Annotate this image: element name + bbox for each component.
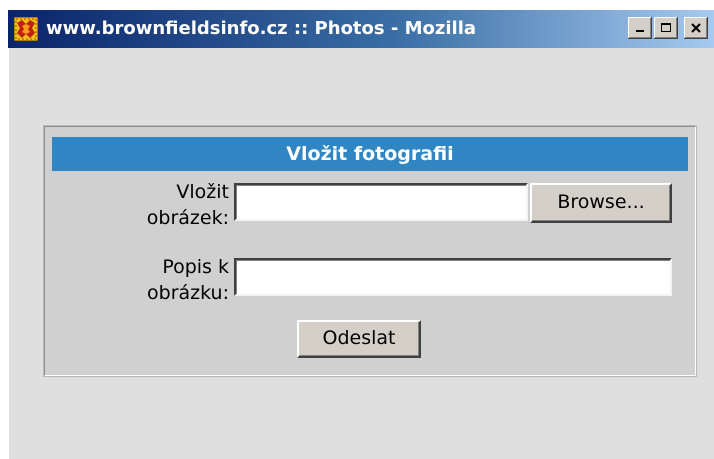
- form-heading: Vložit fotografii: [52, 137, 688, 171]
- description-input[interactable]: [234, 258, 672, 296]
- desc-label-line1: Popis k: [162, 256, 229, 278]
- minimize-icon: [636, 30, 644, 32]
- close-icon: [691, 23, 701, 33]
- close-button[interactable]: [684, 17, 708, 39]
- image-label-line2: obrázek:: [146, 207, 229, 229]
- minimize-button[interactable]: [628, 17, 652, 39]
- image-field-label: Vložit obrázek:: [45, 179, 229, 231]
- description-field-label: Popis k obrázku:: [45, 254, 229, 306]
- window-title: www.brownfieldsinfo.cz :: Photos - Mozil…: [46, 18, 477, 39]
- maximize-icon: [661, 23, 671, 32]
- browse-button[interactable]: Browse...: [530, 183, 672, 223]
- submit-button[interactable]: Odeslat: [297, 320, 421, 358]
- mozilla-app-icon[interactable]: [13, 16, 39, 42]
- browser-window: www.brownfieldsinfo.cz :: Photos - Mozil…: [8, 10, 714, 459]
- file-path-input[interactable]: [234, 183, 528, 221]
- upload-photo-form: Vložit fotografii Vložit obrázek: Browse…: [44, 126, 696, 376]
- image-label-line1: Vložit: [176, 181, 229, 203]
- desc-label-line2: obrázku:: [147, 282, 229, 304]
- title-bar[interactable]: www.brownfieldsinfo.cz :: Photos - Mozil…: [8, 10, 714, 48]
- maximize-button[interactable]: [654, 17, 678, 39]
